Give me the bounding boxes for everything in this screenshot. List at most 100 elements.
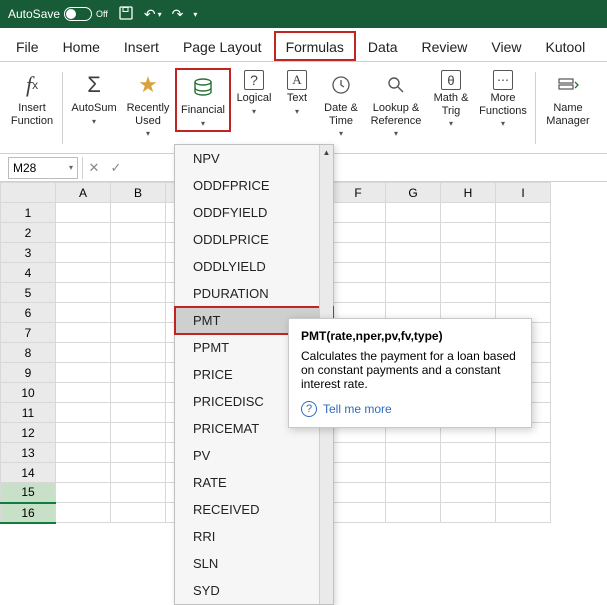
cell[interactable] — [111, 263, 166, 283]
cell[interactable] — [331, 483, 386, 503]
dropdown-item[interactable]: RECEIVED — [175, 496, 333, 523]
autosave-toggle[interactable]: AutoSave Off — [8, 7, 108, 21]
cell[interactable] — [331, 283, 386, 303]
tab-home[interactable]: Home — [51, 31, 112, 61]
column-header[interactable]: G — [386, 183, 441, 203]
redo-icon[interactable]: ↷ — [172, 6, 184, 23]
cell[interactable] — [111, 483, 166, 503]
dropdown-item[interactable]: RATE — [175, 469, 333, 496]
cell[interactable] — [331, 243, 386, 263]
scroll-up-icon[interactable]: ▲ — [320, 145, 333, 159]
cell[interactable] — [496, 203, 551, 223]
cell[interactable] — [496, 243, 551, 263]
cell[interactable] — [56, 403, 111, 423]
name-box[interactable]: M28 ▾ — [8, 157, 78, 179]
tab-insert[interactable]: Insert — [112, 31, 171, 61]
row-header[interactable]: 3 — [1, 243, 56, 263]
cell[interactable] — [111, 383, 166, 403]
cell[interactable] — [496, 283, 551, 303]
dropdown-item[interactable]: ODDFYIELD — [175, 199, 333, 226]
cell[interactable] — [111, 323, 166, 343]
dropdown-item[interactable]: RRI — [175, 523, 333, 550]
cell[interactable] — [56, 283, 111, 303]
cell[interactable] — [56, 363, 111, 383]
math-trig-button[interactable]: θ Math & Trig ▾ — [427, 68, 475, 130]
tab-page-layout[interactable]: Page Layout — [171, 31, 274, 61]
cell[interactable] — [111, 283, 166, 303]
cell[interactable] — [111, 343, 166, 363]
cell[interactable] — [56, 443, 111, 463]
tab-review[interactable]: Review — [410, 31, 480, 61]
cell[interactable] — [56, 323, 111, 343]
row-header[interactable]: 2 — [1, 223, 56, 243]
enter-icon[interactable]: ✓ — [105, 160, 127, 176]
cell[interactable] — [441, 463, 496, 483]
cell[interactable] — [111, 363, 166, 383]
cell[interactable] — [331, 223, 386, 243]
column-header[interactable]: B — [111, 183, 166, 203]
cell[interactable] — [496, 263, 551, 283]
cell[interactable] — [111, 503, 166, 523]
row-header[interactable]: 11 — [1, 403, 56, 423]
save-icon[interactable] — [118, 5, 134, 24]
row-header[interactable]: 5 — [1, 283, 56, 303]
cell[interactable] — [441, 203, 496, 223]
cell[interactable] — [111, 423, 166, 443]
column-header[interactable]: H — [441, 183, 496, 203]
dropdown-item[interactable]: PV — [175, 442, 333, 469]
row-header[interactable]: 6 — [1, 303, 56, 323]
cell[interactable] — [111, 303, 166, 323]
cell[interactable] — [386, 443, 441, 463]
row-header[interactable]: 16 — [1, 503, 56, 523]
cell[interactable] — [441, 483, 496, 503]
cell[interactable] — [386, 223, 441, 243]
row-header[interactable]: 15 — [1, 483, 56, 503]
quickaccess-more-icon[interactable]: ▾ — [193, 10, 197, 19]
date-time-button[interactable]: Date & Time ▾ — [317, 68, 365, 140]
cell[interactable] — [386, 483, 441, 503]
cell[interactable] — [56, 503, 111, 523]
cell[interactable] — [441, 223, 496, 243]
cell[interactable] — [386, 243, 441, 263]
tab-formulas[interactable]: Formulas — [274, 31, 356, 61]
cell[interactable] — [56, 223, 111, 243]
tell-me-more-link[interactable]: ? Tell me more — [301, 401, 519, 417]
tab-data[interactable]: Data — [356, 31, 410, 61]
cell[interactable] — [111, 223, 166, 243]
dropdown-item[interactable]: ODDFPRICE — [175, 172, 333, 199]
tab-file[interactable]: File — [4, 31, 51, 61]
name-manager-button[interactable]: Name Manager — [540, 68, 596, 129]
column-header[interactable]: I — [496, 183, 551, 203]
cell[interactable] — [441, 283, 496, 303]
cell[interactable] — [441, 443, 496, 463]
cell[interactable] — [386, 263, 441, 283]
cell[interactable] — [441, 263, 496, 283]
dropdown-item[interactable]: SYD — [175, 577, 333, 604]
row-header[interactable]: 10 — [1, 383, 56, 403]
autosum-button[interactable]: Σ AutoSum ▾ — [67, 68, 121, 128]
cell[interactable] — [111, 463, 166, 483]
cell[interactable] — [386, 283, 441, 303]
row-header[interactable]: 7 — [1, 323, 56, 343]
cell[interactable] — [496, 483, 551, 503]
dropdown-item[interactable]: NPV — [175, 145, 333, 172]
cell[interactable] — [496, 443, 551, 463]
dropdown-item[interactable]: PDURATION — [175, 280, 333, 307]
cell[interactable] — [496, 503, 551, 523]
cell[interactable] — [441, 503, 496, 523]
cell[interactable] — [331, 503, 386, 523]
column-header[interactable]: F — [331, 183, 386, 203]
undo-button[interactable]: ↶ ▾ — [144, 6, 162, 23]
cell[interactable] — [56, 243, 111, 263]
row-header[interactable]: 12 — [1, 423, 56, 443]
cell[interactable] — [111, 243, 166, 263]
financial-button[interactable]: Financial ▾ — [175, 68, 231, 132]
dropdown-item[interactable]: ODDLYIELD — [175, 253, 333, 280]
cell[interactable] — [331, 203, 386, 223]
logical-button[interactable]: ? Logical ▾ — [231, 68, 277, 118]
tab-kutools[interactable]: Kutool — [534, 31, 598, 61]
cell[interactable] — [56, 303, 111, 323]
dropdown-item[interactable]: SLN — [175, 550, 333, 577]
row-header[interactable]: 14 — [1, 463, 56, 483]
cell[interactable] — [56, 483, 111, 503]
